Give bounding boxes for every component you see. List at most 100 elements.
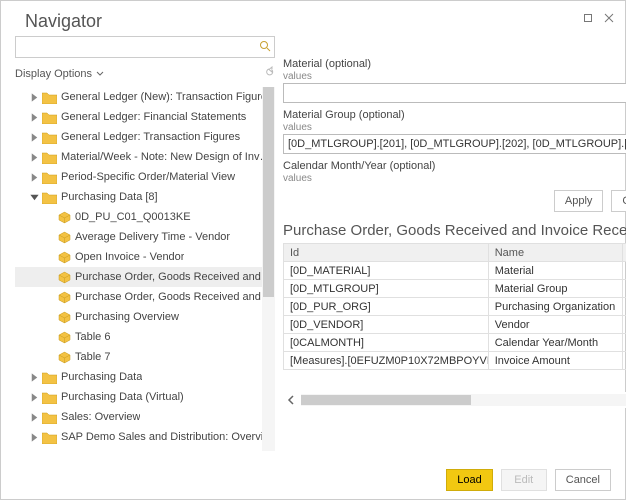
expand-icon[interactable]	[29, 152, 40, 163]
cube-icon	[58, 351, 71, 364]
col-id[interactable]: Id	[284, 244, 489, 262]
table-row[interactable]: [0D_VENDOR]Vendor	[284, 316, 626, 334]
tree-label: Table 6	[75, 331, 110, 343]
expand-icon[interactable]	[29, 112, 40, 123]
tree-folder[interactable]: Purchasing Data	[15, 367, 275, 387]
param-calmonth-sub: values	[283, 173, 626, 184]
tree-spacer	[45, 272, 56, 283]
tree-label: Material/Week - Note: New Design of Inve…	[61, 151, 275, 163]
folder-icon	[42, 451, 57, 452]
cube-icon	[58, 251, 71, 264]
tree-label: General Ledger: Financial Statements	[61, 111, 246, 123]
tree-item[interactable]: Average Delivery Time - Vendor	[15, 227, 275, 247]
apply-button[interactable]: Apply	[554, 190, 604, 212]
navigator-tree[interactable]: General Ledger (New): Transaction Figure…	[15, 87, 275, 451]
cube-icon	[58, 331, 71, 344]
tree-folder[interactable]: Purchasing Data [8]	[15, 187, 275, 207]
preview-table: Id Name Description [0D_MATERIAL]Materia…	[283, 243, 626, 370]
tree-label: Table 7	[75, 351, 110, 363]
table-row[interactable]: [0D_MATERIAL]Material	[284, 262, 626, 280]
table-row[interactable]: [0CALMONTH]Calendar Year/Month	[284, 334, 626, 352]
tree-label: Purchase Order, Goods Received and Invoi…	[75, 271, 275, 283]
clear-button[interactable]: Clear	[611, 190, 626, 212]
folder-icon	[42, 431, 57, 444]
show-dropdown[interactable]: Show	[283, 36, 626, 54]
restore-icon[interactable]	[581, 11, 594, 24]
tree-folder[interactable]: Sales: Overview	[15, 407, 275, 427]
search-icon[interactable]	[259, 40, 271, 55]
table-row[interactable]: [Measures].[0EFUZM0P10X72MBPOYVBYISWVInv…	[284, 352, 626, 370]
cell-name: Calendar Year/Month	[488, 334, 622, 352]
cancel-button[interactable]: Cancel	[555, 469, 611, 491]
tree-spacer	[45, 252, 56, 263]
tree-label: 0D_PU_C01_Q0013KE	[75, 211, 191, 223]
col-description[interactable]: Description	[622, 244, 626, 262]
param-material-label: Material (optional)	[283, 58, 626, 70]
display-options-label: Display Options	[15, 68, 92, 80]
tree-label: Period-Specific Order/Material View	[61, 171, 235, 183]
tree-folder[interactable]: SAP DemoCube	[15, 447, 275, 451]
scroll-left-icon[interactable]	[283, 392, 299, 408]
tree-item[interactable]: Purchasing Overview	[15, 307, 275, 327]
cell-id: [0CALMONTH]	[284, 334, 489, 352]
param-material-input[interactable]	[283, 83, 626, 103]
cell-id: [0D_VENDOR]	[284, 316, 489, 334]
expand-icon[interactable]	[29, 172, 40, 183]
col-name[interactable]: Name	[488, 244, 622, 262]
tree-label: Open Invoice - Vendor	[75, 251, 184, 263]
tree-label: Purchasing Data (Virtual)	[61, 391, 184, 403]
cell-name: Material Group	[488, 280, 622, 298]
param-material-sub: values	[283, 71, 626, 82]
search-input[interactable]	[15, 36, 275, 58]
display-options-dropdown[interactable]: Display Options	[15, 62, 275, 87]
expand-icon[interactable]	[29, 432, 40, 443]
cell-name: Invoice Amount	[488, 352, 622, 370]
tree-label: Purchasing Overview	[75, 311, 179, 323]
tree-label: Purchasing Data [8]	[61, 191, 158, 203]
tree-label: General Ledger: Transaction Figures	[61, 131, 240, 143]
folder-icon	[42, 391, 57, 404]
cell-id: [Measures].[0EFUZM0P10X72MBPOYVBYISWV	[284, 352, 489, 370]
tree-label: Purchase Order, Goods Received and Invoi…	[75, 291, 275, 303]
cell-id: [0D_PUR_ORG]	[284, 298, 489, 316]
expand-icon[interactable]	[29, 372, 40, 383]
tree-item[interactable]: Purchase Order, Goods Received and Invoi…	[15, 267, 275, 287]
tree-item[interactable]: Table 6	[15, 327, 275, 347]
cell-description	[622, 262, 626, 280]
expand-icon[interactable]	[29, 92, 40, 103]
tree-label: Purchasing Data	[61, 371, 142, 383]
tree-item[interactable]: Open Invoice - Vendor	[15, 247, 275, 267]
preview-hscrollbar[interactable]	[283, 392, 626, 408]
tree-folder[interactable]: SAP Demo Sales and Distribution: Overvie…	[15, 427, 275, 447]
cell-name: Purchasing Organization	[488, 298, 622, 316]
tree-label: Average Delivery Time - Vendor	[75, 231, 230, 243]
window-title: Navigator	[25, 11, 102, 32]
tree-folder[interactable]: General Ledger: Transaction Figures	[15, 127, 275, 147]
cell-description	[622, 316, 626, 334]
tree-folder[interactable]: General Ledger: Financial Statements	[15, 107, 275, 127]
folder-icon	[42, 91, 57, 104]
expand-icon[interactable]	[29, 392, 40, 403]
tree-scrollbar[interactable]	[262, 87, 275, 451]
table-row[interactable]: [0D_PUR_ORG]Purchasing Organization	[284, 298, 626, 316]
table-row[interactable]: [0D_MTLGROUP]Material Group	[284, 280, 626, 298]
tree-folder[interactable]: Material/Week - Note: New Design of Inve…	[15, 147, 275, 167]
expand-icon[interactable]	[29, 132, 40, 143]
cell-description	[622, 298, 626, 316]
tree-item[interactable]: Table 7	[15, 347, 275, 367]
load-button[interactable]: Load	[446, 469, 492, 491]
tree-item[interactable]: Purchase Order, Goods Received and Invoi…	[15, 287, 275, 307]
tree-folder[interactable]: Purchasing Data (Virtual)	[15, 387, 275, 407]
folder-icon	[42, 191, 57, 204]
refresh-icon[interactable]	[263, 66, 275, 81]
expand-icon[interactable]	[29, 412, 40, 423]
tree-folder[interactable]: General Ledger (New): Transaction Figure…	[15, 87, 275, 107]
tree-label: SAP Demo Sales and Distribution: Overvie…	[61, 431, 275, 443]
collapse-icon[interactable]	[29, 192, 40, 203]
edit-button[interactable]: Edit	[501, 469, 547, 491]
tree-folder[interactable]: Period-Specific Order/Material View	[15, 167, 275, 187]
tree-item[interactable]: 0D_PU_C01_Q0013KE	[15, 207, 275, 227]
folder-icon	[42, 411, 57, 424]
param-materialgroup-input[interactable]	[283, 134, 626, 154]
close-icon[interactable]	[602, 11, 615, 24]
